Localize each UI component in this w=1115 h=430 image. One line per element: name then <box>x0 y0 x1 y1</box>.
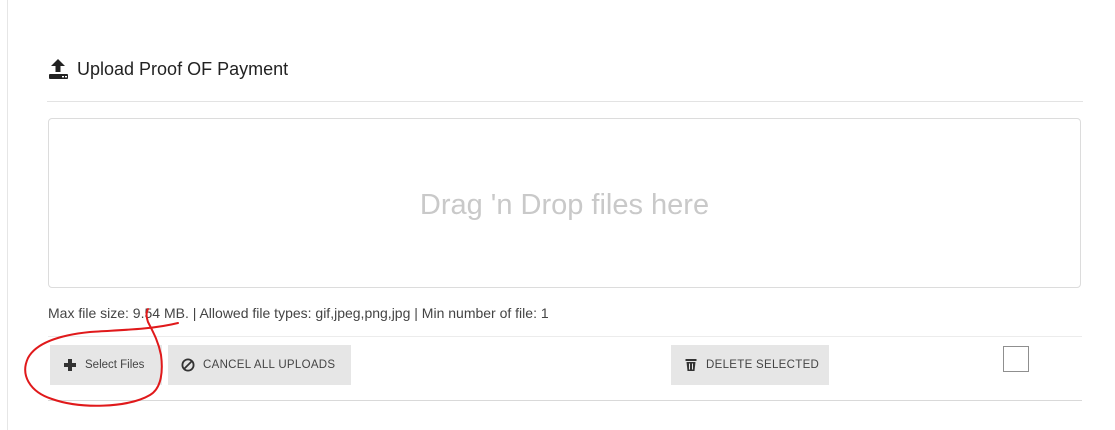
upload-icon <box>47 58 71 80</box>
plus-icon <box>63 358 77 372</box>
cancel-all-uploads-label: CANCEL ALL UPLOADS <box>203 359 336 371</box>
select-all-checkbox[interactable] <box>1003 346 1029 372</box>
left-border <box>7 0 8 430</box>
select-files-button[interactable]: Select Files <box>50 345 162 385</box>
delete-selected-label: DELETE SELECTED <box>706 359 820 371</box>
file-constraints-text: Max file size: 9.54 MB. | Allowed file t… <box>48 305 549 321</box>
trash-icon <box>684 358 698 372</box>
upload-toolbar: Select Files CANCEL ALL UPLOADS DELETE S… <box>48 336 1082 401</box>
upload-panel: Upload Proof OF Payment Drag 'n Drop fil… <box>0 0 1115 430</box>
page-title: Upload Proof OF Payment <box>77 58 289 79</box>
drop-zone[interactable]: Drag 'n Drop files here <box>48 118 1081 288</box>
section-header: Upload Proof OF Payment <box>47 58 288 80</box>
header-divider <box>47 101 1083 102</box>
cancel-all-uploads-button[interactable]: CANCEL ALL UPLOADS <box>168 345 351 385</box>
select-files-label: Select Files <box>85 359 145 371</box>
ban-icon <box>181 358 195 372</box>
delete-selected-button[interactable]: DELETE SELECTED <box>671 345 829 385</box>
drop-zone-text: Drag 'n Drop files here <box>419 188 710 221</box>
